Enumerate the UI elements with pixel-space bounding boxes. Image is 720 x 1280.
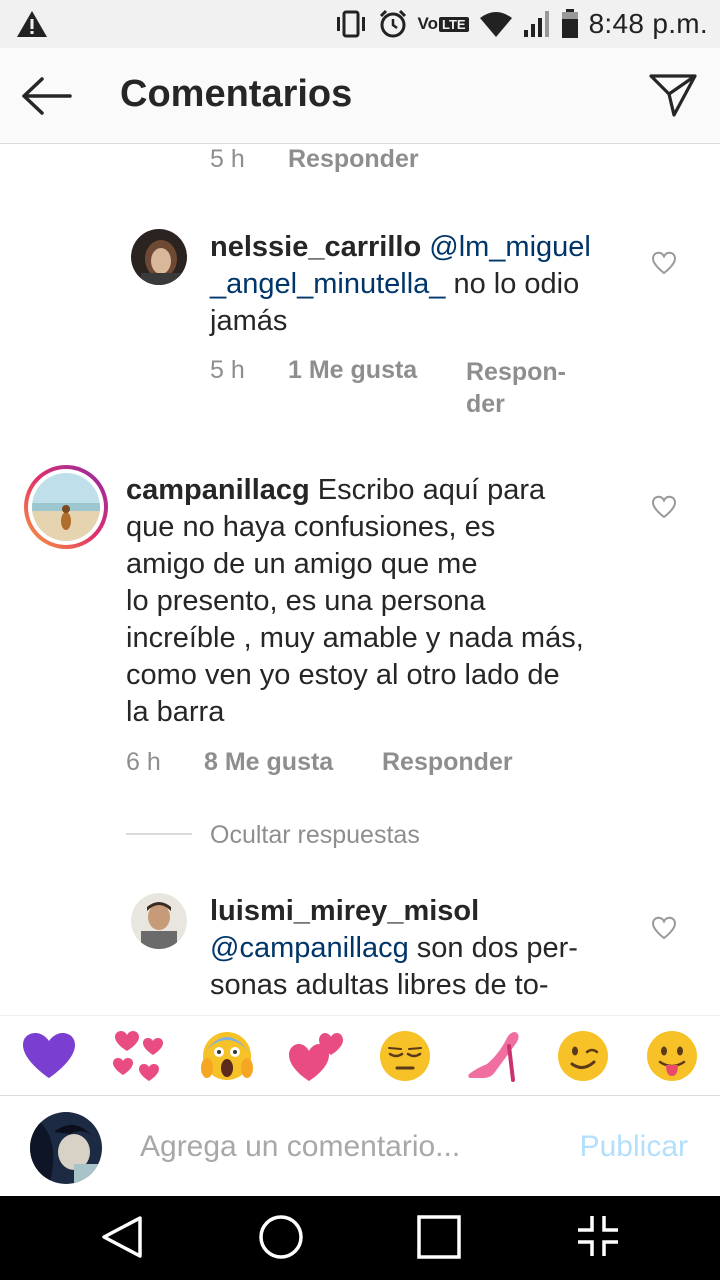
vibrate-icon [336,10,365,38]
reply-button[interactable]: Responder [288,145,419,174]
volte-indicator: Vo LTE [418,14,469,34]
comment-input[interactable]: Agrega un comentario... [140,1130,460,1164]
comment-text: nelssie_carrillo @lm_miguel _angel_minut… [210,231,591,337]
nav-home-icon[interactable] [258,1214,304,1260]
mention-link[interactable]: @campanillacg [210,932,409,964]
comment-username[interactable]: luismi_mirey_misol [210,895,479,927]
comment-time: 6 h [126,748,161,776]
high-heel-emoji[interactable] [465,1027,523,1085]
nav-recents-icon[interactable] [416,1214,462,1260]
nav-back-icon[interactable] [100,1214,144,1260]
battery-icon [561,9,578,38]
comment-text: campanillacg Escribo aquí para que no ha… [126,474,584,728]
likes-count[interactable]: 1 Me gusta [288,356,417,385]
comments-feed[interactable]: 5 h Responder nelssie_carrillo @lm_migue… [0,145,720,1015]
status-time: 8:48 p.m. [588,8,708,39]
system-nav-bar [0,1196,720,1280]
warning-icon [17,11,47,37]
nav-collapse-icon[interactable] [576,1214,620,1258]
app-header: Comentarios [0,48,720,144]
like-heart-icon[interactable] [651,495,677,519]
avatar[interactable] [131,229,187,285]
alarm-icon [379,9,406,38]
comment-time: 5 h [210,356,245,384]
hide-replies-button[interactable]: Ocultar respuestas [210,821,420,850]
mention-link[interactable]: @lm_miguel [429,231,591,263]
purple-heart-emoji[interactable] [20,1027,78,1085]
mention-link[interactable]: _angel_minutella_ [210,268,445,300]
comment-time: 5 h [210,145,245,173]
hearts-cluster-emoji[interactable] [109,1027,167,1085]
comment-username[interactable]: nelssie_carrillo [210,231,421,263]
page-title: Comentarios [120,73,353,115]
tongue-face-emoji[interactable] [643,1027,701,1085]
comment-composer: Agrega un comentario... Publicar [0,1095,720,1196]
direct-message-icon[interactable] [648,72,698,118]
like-heart-icon[interactable] [651,251,677,275]
status-bar: Vo LTE 8:48 p.m. [0,0,720,48]
reply-button[interactable]: Respon-der [466,356,566,420]
comment-username[interactable]: campanillacg [126,474,310,506]
like-heart-icon[interactable] [651,916,677,940]
signal-icon [523,11,549,37]
reply-button[interactable]: Responder [382,748,513,777]
divider [126,833,192,835]
two-hearts-emoji[interactable] [287,1027,345,1085]
likes-count[interactable]: 8 Me gusta [204,748,333,777]
emoji-quick-bar [0,1015,720,1095]
avatar[interactable] [131,893,187,949]
publish-button[interactable]: Publicar [580,1130,688,1164]
unamused-face-emoji[interactable] [376,1027,434,1085]
screaming-face-emoji[interactable] [198,1027,256,1085]
back-arrow-icon[interactable] [20,74,72,118]
comment-text: luismi_mirey_misol @campanillacg son dos… [210,895,578,1001]
current-user-avatar [30,1112,102,1184]
wifi-icon [479,12,512,37]
winking-face-emoji[interactable] [554,1027,612,1085]
story-avatar[interactable] [24,465,108,549]
